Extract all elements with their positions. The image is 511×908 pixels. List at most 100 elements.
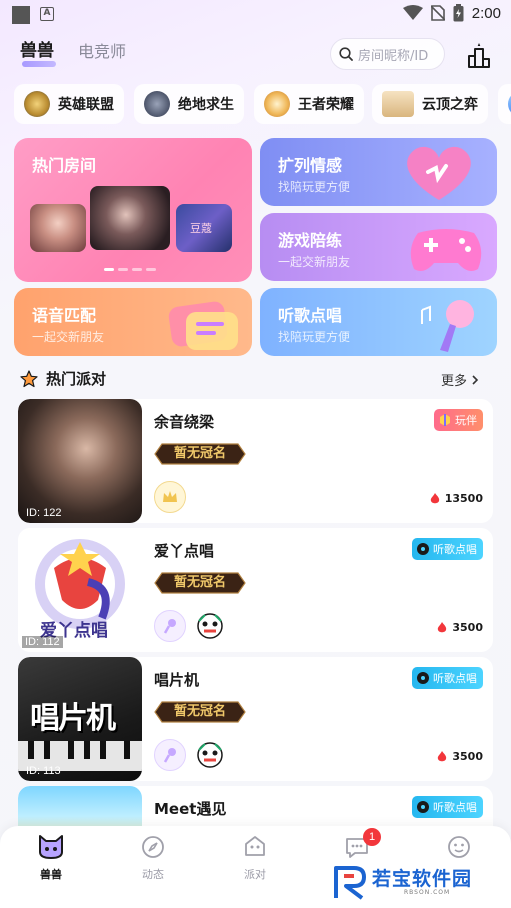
status-bar: A 2:00 <box>0 0 511 30</box>
microphone-avatar-icon <box>163 619 176 634</box>
tab-shoushou[interactable]: 兽兽 <box>20 36 54 61</box>
avatar <box>194 739 226 771</box>
room-card-changpianji[interactable]: 唱片机 ID: 113 唱片机 暂无冠名 听歌点唱 3500 <box>18 657 493 781</box>
card-title: 语音匹配 <box>32 306 97 325</box>
room-name: 余音绕梁 <box>154 413 215 431</box>
music-disc-icon <box>417 801 429 813</box>
crown-badge: 暂无冠名 <box>154 443 246 465</box>
kuolie-card[interactable]: 扩列情感 找陪玩更方便 <box>260 138 497 206</box>
game-chip-lol[interactable]: 英雄联盟 <box>14 84 124 124</box>
room-name: 唱片机 <box>154 671 200 689</box>
room-cover: 唱片机 ID: 113 <box>18 657 142 781</box>
hot-room-thumb-center[interactable] <box>90 186 170 250</box>
nav-label: 派对 <box>244 868 266 881</box>
room-tag-label: 玩伴 <box>455 414 477 427</box>
section-title: 热门派对 <box>46 370 107 388</box>
lol-icon <box>24 91 50 117</box>
thumb-label: 豆蔻 <box>190 222 212 235</box>
compass-icon <box>142 836 164 858</box>
cartoon-avatar-icon <box>197 742 223 768</box>
song-request-card[interactable]: 听歌点唱 找陪玩更方便 <box>260 288 497 356</box>
room-id: ID: 112 <box>22 636 63 648</box>
chat-bubble-icon <box>168 301 238 350</box>
hot-rooms-card[interactable]: 热门房间 豆蔻 <box>14 138 252 282</box>
room-tag-wanban: 玩伴 <box>434 409 483 431</box>
room-name: Meet遇见 <box>154 800 227 818</box>
game-chip-label: 王者荣耀 <box>298 97 354 113</box>
smiley-icon <box>448 836 470 858</box>
heat-counter: 3500 <box>437 621 483 634</box>
flame-icon <box>430 492 439 503</box>
honor-of-kings-icon <box>264 91 290 117</box>
nav-item-paidui[interactable]: 派对 <box>225 834 285 882</box>
avatar <box>154 610 186 642</box>
card-title: 游戏陪练 <box>278 231 343 250</box>
heat-counter: 13500 <box>430 492 483 505</box>
crown-badge: 暂无冠名 <box>154 701 246 723</box>
room-card-aiya[interactable]: 爱丫点唱 ID: 112 爱丫点唱 暂无冠名 听歌点唱 3500 <box>18 528 493 652</box>
game-peilian-card[interactable]: 游戏陪练 一起交新朋友 <box>260 213 497 281</box>
crown-badge: 暂无冠名 <box>154 572 246 594</box>
music-disc-icon <box>417 672 429 684</box>
party-icon <box>245 836 265 856</box>
game-chip-tft[interactable]: 云顶之弈 <box>372 84 488 124</box>
card-title: 扩列情感 <box>278 156 343 175</box>
crown-text: 暂无冠名 <box>173 704 226 719</box>
game-chip-honor-of-kings[interactable]: 王者荣耀 <box>254 84 364 124</box>
avatar <box>154 481 186 513</box>
room-id: ID: 113 <box>26 765 61 777</box>
room-tag-label: 听歌点唱 <box>433 543 477 556</box>
ranking-icon[interactable] <box>464 40 494 70</box>
room-tag-song: 听歌点唱 <box>412 538 483 560</box>
room-tag-label: 听歌点唱 <box>433 672 477 685</box>
room-id: ID: 122 <box>26 507 62 519</box>
top-header: 兽兽 电竞师 房间昵称/ID <box>0 36 511 76</box>
watermark-subtext: RBSON.COM <box>404 889 451 896</box>
voice-match-card[interactable]: 语音匹配 一起交新朋友 <box>14 288 252 356</box>
room-tag-song: 听歌点唱 <box>412 796 483 818</box>
microphone-avatar-icon <box>163 748 176 763</box>
heat-value: 13500 <box>444 492 483 505</box>
heat-counter: 3500 <box>437 750 483 763</box>
game-chip-label: 绝地求生 <box>178 97 234 113</box>
game-category-bar: 英雄联盟 绝地求生 王者荣耀 云顶之弈 <box>14 84 511 126</box>
avatar <box>194 610 226 642</box>
heart-icon <box>407 146 471 200</box>
room-card-yuyin[interactable]: ID: 122 余音绕梁 暂无冠名 玩伴 13500 <box>18 399 493 523</box>
notification-square-icon <box>12 6 30 24</box>
game-chip-label: 英雄联盟 <box>58 97 114 113</box>
flame-icon <box>438 621 447 632</box>
card-title: 听歌点唱 <box>278 306 343 325</box>
room-cover: ID: 122 <box>18 399 142 523</box>
battery-icon <box>453 4 464 22</box>
tab-dianjingshi[interactable]: 电竞师 <box>78 38 126 62</box>
heat-value: 3500 <box>452 621 483 634</box>
more-link[interactable]: 更多 <box>441 370 479 389</box>
status-time: 2:00 <box>471 4 501 22</box>
chevron-right-icon <box>472 374 479 385</box>
search-input[interactable]: 房间昵称/ID <box>330 38 445 70</box>
wifi-icon <box>402 5 423 20</box>
active-tab-underline <box>22 61 56 67</box>
crown-text: 暂无冠名 <box>173 575 226 590</box>
watermark: 若宝软件园 RBSON.COM <box>330 862 500 902</box>
hot-room-thumb-right[interactable]: 豆蔻 <box>176 204 232 252</box>
watermark-logo-icon <box>334 866 366 900</box>
nav-label: 动态 <box>142 868 164 881</box>
crown-avatar-icon <box>163 491 177 502</box>
beast-face-icon <box>39 835 63 859</box>
heat-value: 3500 <box>452 750 483 763</box>
hot-room-thumb-left[interactable] <box>30 204 86 252</box>
keyboard-a-icon: A <box>40 7 54 21</box>
room-name: 爱丫点唱 <box>154 542 215 560</box>
card-subtitle: 找陪玩更方便 <box>278 330 351 344</box>
search-icon <box>339 47 353 61</box>
star-icon <box>20 369 38 387</box>
nav-item-dongtai[interactable]: 动态 <box>123 834 183 882</box>
microphone-icon <box>421 300 474 352</box>
game-chip-more[interactable] <box>498 84 511 124</box>
game-chip-pubg[interactable]: 绝地求生 <box>134 84 244 124</box>
nav-item-shoushou[interactable]: 兽兽 <box>21 834 81 882</box>
gamepad-icon <box>410 229 482 271</box>
card-subtitle: 一起交新朋友 <box>32 330 105 344</box>
